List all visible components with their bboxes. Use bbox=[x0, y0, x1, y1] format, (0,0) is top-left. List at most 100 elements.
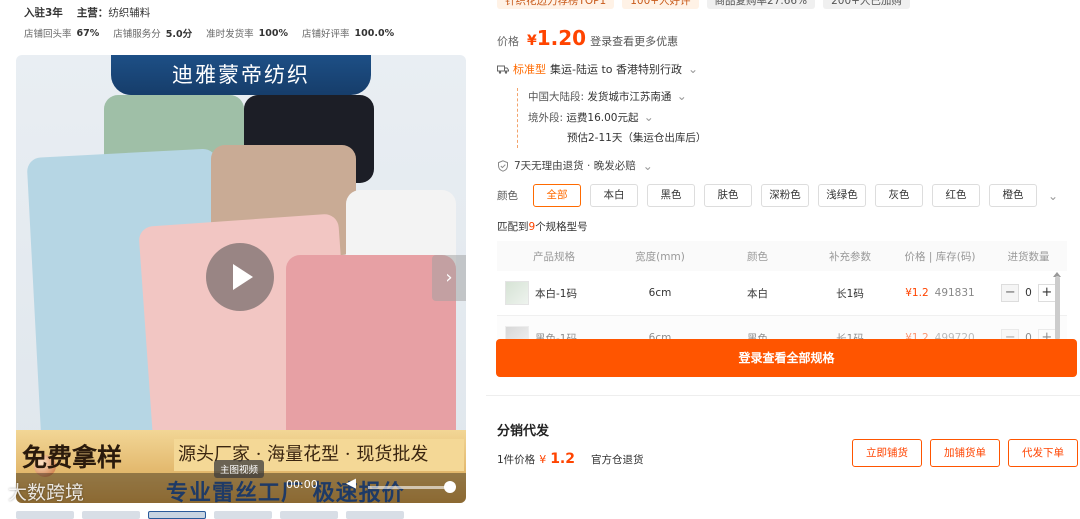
match-count: 匹配到9个规格型号 bbox=[497, 219, 588, 234]
product-main-image[interactable]: 迪雅蒙帝纺织 › 免费拿样 源头厂家 · 海量花型 · 现货批发 专业雷丝工厂 … bbox=[16, 55, 466, 503]
table-row: 本白-1码 6cm 本白 长1码 ¥1.2 491831 −0 + bbox=[497, 271, 1067, 316]
shop-main-label: 主营： bbox=[76, 7, 109, 19]
color-option-skin[interactable]: 肤色 bbox=[704, 184, 752, 207]
tag-reviews: 100+人好评 bbox=[622, 0, 699, 9]
color-label: 颜色 bbox=[497, 190, 518, 202]
plus-button[interactable]: + bbox=[1037, 284, 1056, 302]
mainland-label: 中国大陆段: bbox=[528, 91, 585, 103]
view-all-specs-button[interactable]: 登录查看全部规格 bbox=[496, 339, 1077, 377]
video-timecode: 00:00 bbox=[286, 478, 318, 491]
color-option-deep-pink[interactable]: 深粉色 bbox=[761, 184, 809, 207]
price-row: 价格 ¥ 1.20 登录查看更多优惠 bbox=[497, 26, 678, 50]
add-to-list-button[interactable]: 加铺货单 bbox=[930, 439, 1000, 467]
stat-value: 5.0分 bbox=[165, 29, 193, 40]
stat-label: 店铺回头率 bbox=[24, 29, 72, 40]
tag-ranking[interactable]: 针织花边力荐榜TOP1 bbox=[497, 0, 615, 9]
price-currency: ¥ bbox=[527, 33, 537, 49]
tag-cart-adds: 200+人已加购 bbox=[823, 0, 910, 9]
thumbnail[interactable] bbox=[346, 511, 404, 519]
route-eta: 预估2-11天（集运仓出库后） bbox=[567, 132, 707, 144]
stat-label: 店铺服务分 bbox=[113, 29, 161, 40]
spec-name: 本白-1码 bbox=[535, 287, 577, 300]
match-prefix: 匹配到 bbox=[497, 221, 529, 233]
shop-stat-ontime: 准时发货率 100% bbox=[206, 26, 288, 41]
shop-stat-rating: 店铺好评率 100.0% bbox=[302, 26, 395, 41]
shop-stat-service: 店铺服务分 5.0分 bbox=[113, 26, 192, 40]
shop-stat-repurchase: 店铺回头率 67% bbox=[24, 26, 100, 41]
color-option-grey[interactable]: 灰色 bbox=[875, 184, 923, 207]
stat-label: 店铺好评率 bbox=[302, 29, 350, 40]
chevron-down-icon: ⌄ bbox=[676, 89, 687, 103]
distribution-note: 官方仓退货 bbox=[591, 454, 644, 466]
shield-check-icon bbox=[498, 159, 508, 172]
service-guarantee[interactable]: 7天无理由退货 · 晚发必赔 ⌄ bbox=[497, 158, 653, 173]
stat-value: 100.0% bbox=[354, 27, 395, 39]
chevron-down-icon: ⌄ bbox=[642, 158, 653, 173]
color-cell: 本白 bbox=[747, 287, 768, 300]
thumbnail[interactable] bbox=[214, 511, 272, 519]
distribution-price-label: 1件价格 bbox=[497, 454, 536, 466]
shipping-row[interactable]: 标准型 集运-陆运 to 香港特别行政 ⌄ bbox=[497, 61, 698, 77]
shop-main-business: 主营：纺织辅料 bbox=[77, 5, 151, 20]
list-now-button[interactable]: 立即铺货 bbox=[852, 439, 922, 467]
price-login-tip[interactable]: 登录查看更多优惠 bbox=[590, 33, 678, 49]
param-cell: 长1码 bbox=[836, 287, 864, 300]
video-progress-knob[interactable] bbox=[444, 481, 456, 493]
thumbnail[interactable] bbox=[280, 511, 338, 519]
color-option-all[interactable]: 全部 bbox=[533, 184, 581, 207]
brand-banner: 迪雅蒙帝纺织 bbox=[111, 55, 371, 95]
expand-colors-icon[interactable]: ⌄ bbox=[1048, 189, 1058, 203]
truck-icon bbox=[497, 65, 509, 74]
route-overseas[interactable]: 境外段: 运费16.00元起 ⌄ bbox=[528, 109, 727, 130]
width-cell: 6cm bbox=[648, 287, 672, 299]
distribution-price: 1.2 bbox=[550, 451, 575, 467]
lace-roll-pink bbox=[286, 255, 456, 455]
price-value: 1.20 bbox=[536, 26, 587, 50]
chevron-down-icon: ⌄ bbox=[643, 110, 654, 124]
header-price-stock: 价格 | 库存(码) bbox=[904, 250, 976, 263]
color-option-red[interactable]: 红色 bbox=[932, 184, 980, 207]
spec-swatch[interactable] bbox=[505, 281, 529, 305]
color-option-white[interactable]: 本白 bbox=[590, 184, 638, 207]
qty-value[interactable]: 0 bbox=[1025, 287, 1032, 299]
color-selector: 颜色 全部 本白 黑色 肤色 深粉色 浅绿色 灰色 红色 橙色 ⌄ bbox=[497, 184, 1058, 207]
watermark-text: 大数跨境 bbox=[8, 482, 85, 504]
play-video-button[interactable] bbox=[206, 243, 274, 311]
chevron-down-icon: ⌄ bbox=[688, 62, 699, 76]
stat-value: 67% bbox=[76, 27, 100, 39]
distribution-buttons: 立即铺货 加铺货单 代发下单 bbox=[852, 439, 1078, 467]
thumbnail-strip bbox=[16, 511, 404, 519]
promo-free-sample: 免费拿样 bbox=[22, 443, 123, 472]
row-price: ¥1.2 bbox=[905, 287, 929, 299]
color-option-light-green[interactable]: 浅绿色 bbox=[818, 184, 866, 207]
header-color: 颜色 bbox=[747, 250, 768, 263]
product-tags: 针织花边力荐榜TOP1 100+人好评 商品复购率27.66% 200+人已加购 bbox=[497, 0, 910, 9]
dropship-order-button[interactable]: 代发下单 bbox=[1008, 439, 1078, 467]
tag-repurchase: 商品复购率27.66% bbox=[706, 0, 816, 9]
next-image-arrow[interactable]: › bbox=[432, 255, 466, 301]
overseas-value: 运费16.00元起 bbox=[566, 112, 639, 124]
spec-cell: 本白-1码 bbox=[497, 281, 615, 305]
video-progress-bar[interactable] bbox=[368, 486, 448, 489]
shop-info-line: 入驻3年 主营：纺织辅料 bbox=[24, 5, 150, 20]
volume-icon[interactable]: ◀ bbox=[346, 476, 356, 491]
spec-table-header: 产品规格 宽度(mm) 颜色 补充参数 价格 | 库存(码) 进货数量 bbox=[497, 241, 1067, 271]
thumbnail-active[interactable] bbox=[148, 511, 206, 519]
shipping-method: 集运-陆运 to 香港特别行政 bbox=[550, 63, 683, 76]
color-option-black[interactable]: 黑色 bbox=[647, 184, 695, 207]
minus-button[interactable]: − bbox=[1001, 284, 1020, 302]
route-mainland[interactable]: 中国大陆段: 发货城市江苏南通 ⌄ bbox=[528, 88, 727, 109]
thumbnail[interactable] bbox=[16, 511, 74, 519]
spec-table: 产品规格 宽度(mm) 颜色 补充参数 价格 | 库存(码) 进货数量 本白-1… bbox=[497, 241, 1067, 341]
overseas-label: 境外段: bbox=[528, 112, 564, 124]
thumbnail[interactable] bbox=[82, 511, 140, 519]
price-label: 价格 bbox=[497, 35, 519, 48]
color-option-orange[interactable]: 橙色 bbox=[989, 184, 1037, 207]
service-text: 7天无理由退货 · 晚发必赔 bbox=[514, 160, 636, 172]
header-param: 补充参数 bbox=[829, 250, 871, 263]
header-width: 宽度(mm) bbox=[635, 250, 685, 263]
distribution-currency: ¥ bbox=[539, 453, 547, 466]
header-spec: 产品规格 bbox=[533, 250, 575, 263]
table-scrollbar[interactable] bbox=[1055, 276, 1060, 340]
video-chip-label[interactable]: 主图视频 bbox=[214, 460, 265, 478]
